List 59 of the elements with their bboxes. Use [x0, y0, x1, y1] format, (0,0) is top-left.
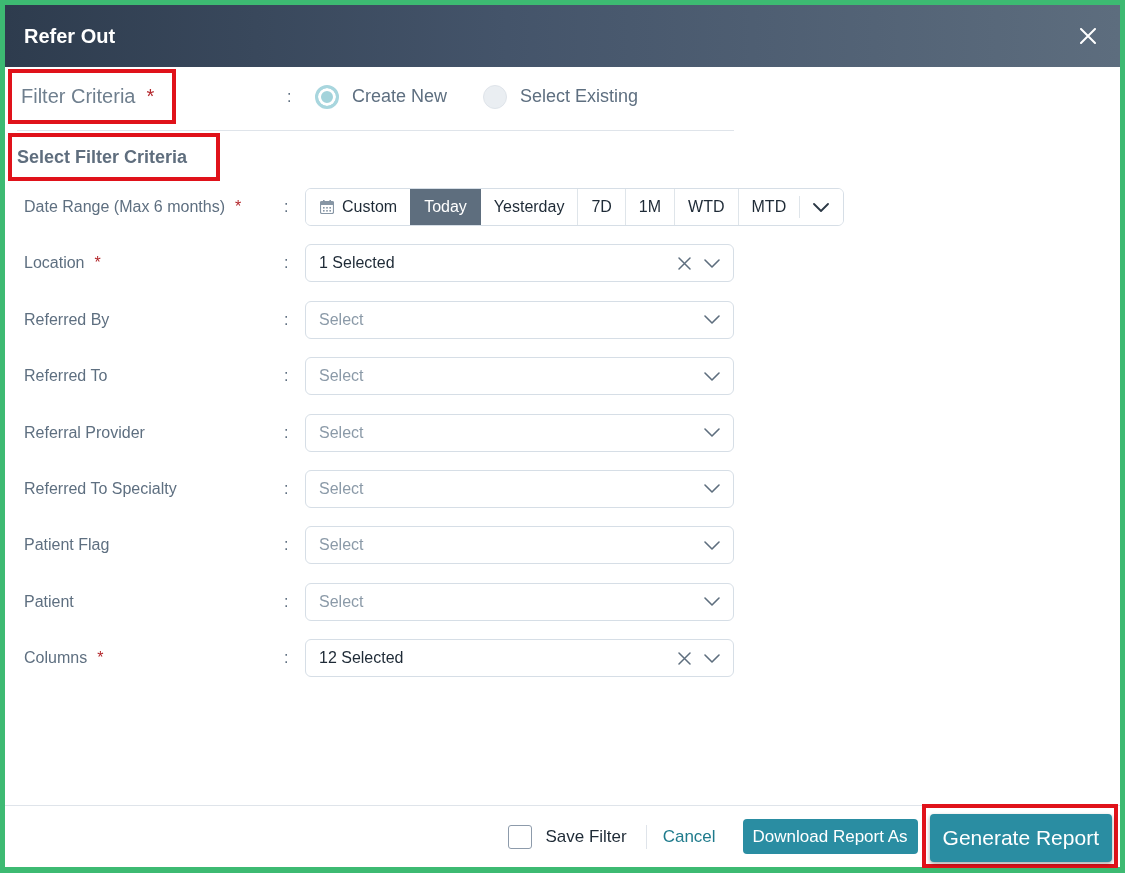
chevron-down-icon [704, 484, 720, 494]
clear-icon[interactable] [678, 256, 691, 270]
radio-button[interactable] [315, 84, 339, 109]
field-label: Location [24, 254, 85, 273]
chevron-down-icon [704, 371, 720, 381]
cancel-link[interactable]: Cancel [662, 826, 716, 847]
chevron-down-icon [704, 540, 720, 550]
separator-colon: : [284, 479, 290, 498]
separator-colon: : [284, 592, 290, 611]
report-button[interactable]: Generate Report [929, 813, 1112, 862]
field-label: Filter Criteria [21, 85, 136, 108]
date-preset-tab[interactable]: Today [410, 189, 480, 225]
separator-colon: : [284, 423, 290, 442]
required-mark: * [97, 649, 104, 668]
clear-icon[interactable] [678, 651, 691, 665]
calendar-icon [320, 200, 334, 214]
save-filter-checkbox[interactable] [508, 824, 533, 849]
select-field[interactable]: Select [305, 413, 734, 452]
radio-label: Create New [352, 86, 448, 107]
separator-colon: : [287, 87, 293, 106]
chevron-down-icon [704, 653, 720, 663]
field-label: Referred To Specialty [24, 479, 177, 498]
radio-label: Select Existing [520, 86, 639, 107]
dialog-title: Refer Out [24, 24, 116, 48]
required-mark: * [146, 85, 155, 108]
more-presets-button[interactable] [799, 189, 844, 225]
field-label: Referred By [24, 310, 110, 329]
radio-button[interactable] [483, 84, 508, 109]
select-field[interactable]: Select [305, 357, 734, 396]
chevron-down-icon [704, 258, 720, 268]
select-field[interactable]: Select [305, 469, 734, 508]
field-label: Referral Provider [24, 423, 145, 442]
field-label: Columns [24, 649, 88, 668]
close-icon [1080, 28, 1096, 44]
separator-colon: : [284, 649, 290, 668]
select-field[interactable]: Select [305, 526, 734, 565]
select-field[interactable]: 1 Selected [305, 244, 734, 283]
separator-colon: : [284, 254, 290, 273]
close-button[interactable] [1080, 28, 1096, 44]
select-field[interactable]: Select [305, 582, 734, 621]
separator-colon: : [284, 310, 290, 329]
select-field[interactable]: Select [305, 300, 734, 339]
field-label: Patient Flag [24, 536, 110, 555]
chevron-down-icon [813, 202, 830, 212]
select-field[interactable]: 12 Selected [305, 639, 734, 678]
separator-colon: : [284, 367, 290, 386]
required-mark: * [235, 198, 242, 216]
checkbox-label: Save Filter [545, 826, 627, 847]
separator-colon: : [284, 536, 290, 555]
chevron-down-icon [704, 597, 720, 607]
field-label: Date Range (Max 6 months) [24, 198, 225, 216]
field-label: Patient [24, 592, 74, 611]
chevron-down-icon [704, 315, 720, 325]
field-label: Referred To [24, 367, 108, 386]
report-button[interactable]: Download Report As [742, 819, 918, 854]
chevron-down-icon [704, 428, 720, 438]
section-title: Select Filter Criteria [17, 146, 188, 168]
required-mark: * [94, 254, 101, 273]
separator-colon: : [284, 198, 290, 216]
